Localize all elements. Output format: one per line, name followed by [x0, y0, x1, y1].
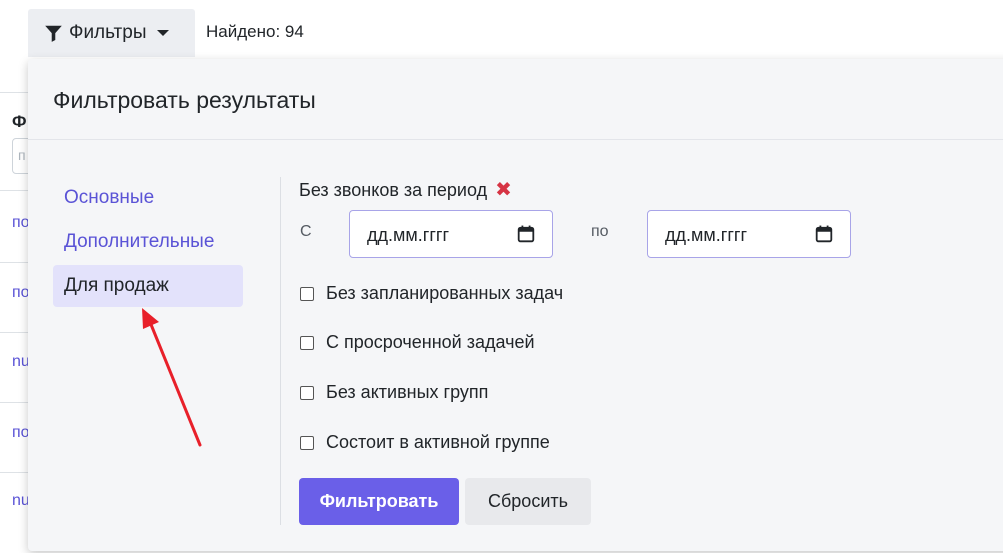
caret-down-icon	[157, 30, 170, 36]
calendar-icon[interactable]	[815, 225, 833, 243]
filter-panel: Фильтровать результаты Основные Дополнит…	[28, 59, 1003, 551]
filters-label: Фильтры	[69, 22, 147, 43]
table-divider	[0, 190, 30, 191]
checkbox-input[interactable]	[300, 286, 314, 301]
tabs-divider	[280, 177, 281, 525]
panel-title: Фильтровать результаты	[28, 59, 1003, 140]
checkbox-label: Без запланированных задач	[326, 283, 564, 303]
checkbox-label: Состоит в активной группе	[326, 432, 550, 452]
funnel-icon	[44, 24, 63, 43]
filters-dropdown-button[interactable]: Фильтры	[28, 9, 195, 57]
checkbox-no-planned-tasks[interactable]: Без запланированных задач	[300, 283, 563, 304]
apply-filter-button[interactable]: Фильтровать	[299, 478, 459, 525]
date-to-label: по	[591, 223, 609, 240]
calendar-icon[interactable]	[517, 225, 535, 243]
results-count: Найдено: 94	[206, 22, 304, 41]
remove-filter-icon[interactable]: ✖	[495, 180, 512, 200]
tab-sales[interactable]: Для продаж	[53, 265, 243, 307]
checkbox-overdue-task[interactable]: С просроченной задачей	[300, 332, 535, 353]
table-row-link[interactable]: по	[12, 214, 30, 232]
table-divider	[0, 472, 30, 473]
date-to-input[interactable]: дд.мм.гггг	[647, 210, 851, 258]
date-from-label: С	[300, 223, 312, 240]
checkbox-no-active-groups[interactable]: Без активных групп	[300, 382, 488, 403]
checkbox-label: Без активных групп	[326, 382, 489, 402]
date-from-placeholder: дд.мм.гггг	[367, 225, 450, 245]
period-filter-text: Без звонков за период	[299, 180, 488, 200]
table-divider	[0, 92, 30, 93]
date-to-placeholder: дд.мм.гггг	[665, 225, 748, 245]
checkbox-input[interactable]	[300, 335, 314, 350]
table-row-link[interactable]: по	[12, 424, 30, 442]
checkbox-in-active-group[interactable]: Состоит в активной группе	[300, 432, 550, 453]
checkbox-label: С просроченной задачей	[326, 332, 535, 352]
checkbox-input[interactable]	[300, 385, 314, 400]
table-divider	[0, 402, 30, 403]
table-divider	[0, 332, 30, 333]
table-divider	[0, 262, 30, 263]
reset-button[interactable]: Сбросить	[465, 478, 591, 525]
checkbox-input[interactable]	[300, 435, 314, 450]
date-from-input[interactable]: дд.мм.гггг	[349, 210, 553, 258]
tab-additional[interactable]: Дополнительные	[53, 221, 243, 263]
filter-tabs: Основные Дополнительные Для продаж	[53, 177, 243, 309]
period-filter-label: Без звонков за период ✖	[299, 180, 599, 201]
table-column-header: Ф	[12, 112, 27, 131]
table-row-link[interactable]: по	[12, 284, 30, 302]
tab-basic[interactable]: Основные	[53, 177, 243, 219]
